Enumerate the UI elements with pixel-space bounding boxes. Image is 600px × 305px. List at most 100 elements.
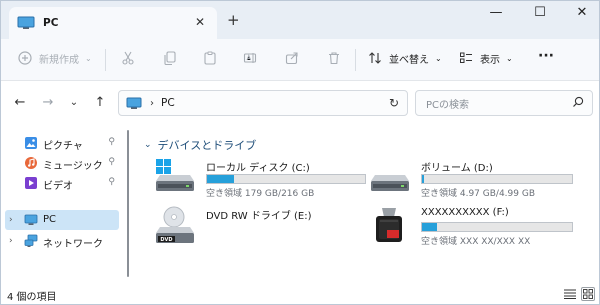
chevron-down-icon: ⌄	[144, 140, 152, 150]
close-window-button[interactable]: ✕	[567, 5, 597, 20]
maximize-button[interactable]: ☐	[525, 5, 555, 20]
drive-free-space: 空き領域 179 GB/216 GB	[206, 189, 315, 199]
toolbar-divider	[355, 49, 356, 71]
navigation-pane: ピクチャ ⚲ ミュージック ⚲ ビデオ ⚲ › PC › ネットワーク	[1, 125, 127, 285]
sidebar-item-network[interactable]: › ネットワーク	[5, 231, 119, 251]
chevron-right-icon[interactable]: ›	[9, 215, 13, 225]
drive-free-space: 空き領域 4.97 GB/4.99 GB	[421, 189, 535, 199]
group-title: デバイスとドライブ	[157, 139, 257, 152]
sort-button[interactable]: 並べ替え ⌄	[367, 50, 442, 66]
status-bar: 4 個の項目	[1, 285, 599, 304]
sidebar-item-label: ミュージック	[43, 161, 103, 172]
sidebar-item-label: ビデオ	[43, 181, 73, 192]
delete-button[interactable]	[326, 50, 342, 66]
tiles-view-button[interactable]	[581, 287, 595, 301]
title-bar: PC ✕ + — ☐ ✕	[1, 1, 599, 39]
refresh-icon[interactable]: ↻	[389, 96, 399, 110]
view-button[interactable]: 表示 ⌄	[458, 50, 513, 66]
paste-icon	[202, 50, 218, 66]
add-circle-icon	[17, 50, 33, 66]
up-arrow-icon[interactable]: ↑	[91, 95, 109, 110]
new-button-label: 新規作成	[39, 54, 79, 66]
sidebar-item-label: ネットワーク	[43, 239, 103, 250]
search-input[interactable]: PCの検索	[415, 90, 593, 116]
group-header-devices[interactable]: ⌄ デバイスとドライブ	[144, 137, 256, 153]
view-icon	[458, 50, 474, 66]
network-icon	[24, 234, 38, 247]
scissors-icon	[120, 50, 136, 66]
new-button[interactable]: 新規作成 ⌄	[17, 50, 92, 66]
copy-icon	[162, 50, 178, 66]
usb-drive-icon	[376, 208, 402, 242]
drive-name: ローカル ディスク (C:)	[206, 163, 310, 174]
breadcrumb-separator: ›	[150, 97, 154, 109]
music-icon	[25, 157, 37, 169]
trash-icon	[326, 50, 342, 66]
rename-icon	[242, 50, 258, 66]
chevron-right-icon[interactable]: ›	[9, 236, 13, 246]
drive-d[interactable]: ボリューム (D:) 空き領域 4.97 GB/4.99 GB	[368, 157, 583, 201]
toolbar-divider	[105, 49, 106, 71]
drive-usage-bar	[421, 222, 573, 232]
drive-usage-bar	[206, 174, 366, 184]
share-icon	[284, 50, 300, 66]
sidebar-item-videos[interactable]: ビデオ ⚲	[5, 173, 119, 193]
share-button[interactable]	[284, 50, 300, 66]
pc-icon	[24, 214, 38, 225]
search-placeholder: PCの検索	[426, 99, 470, 111]
minimize-button[interactable]: —	[481, 5, 511, 20]
drive-usage-bar	[421, 174, 573, 184]
dvd-drive-icon: DVD	[156, 206, 194, 243]
paste-button[interactable]	[202, 50, 218, 66]
tab-close-icon[interactable]: ✕	[195, 15, 205, 29]
drive-c[interactable]: ローカル ディスク (C:) 空き領域 179 GB/216 GB	[153, 157, 368, 201]
search-icon	[573, 96, 584, 107]
drive-e[interactable]: DVD DVD RW ドライブ (E:)	[153, 205, 368, 249]
file-explorer-window: PC ✕ + — ☐ ✕ 新規作成 ⌄ 並べ替え ⌄ 表示 ⌄ ··· ← → …	[0, 0, 600, 305]
cut-button[interactable]	[120, 50, 136, 66]
tab-pc[interactable]: PC ✕	[9, 7, 217, 39]
pin-icon: ⚲	[108, 177, 115, 187]
hard-drive-icon	[371, 175, 409, 191]
item-count: 4 個の項目	[7, 292, 57, 303]
new-tab-button[interactable]: +	[227, 11, 240, 29]
pc-icon	[126, 97, 142, 109]
drive-usage-fill	[422, 223, 437, 231]
drive-usage-fill	[422, 175, 424, 183]
rename-button[interactable]	[242, 50, 258, 66]
tiles-view-icon	[583, 289, 593, 299]
tab-title: PC	[43, 17, 59, 29]
command-bar: 新規作成 ⌄ 並べ替え ⌄ 表示 ⌄ ···	[1, 39, 599, 81]
drive-name: XXXXXXXXXX (F:)	[421, 207, 509, 218]
details-view-button[interactable]	[563, 287, 577, 301]
recent-locations-icon[interactable]: ⌄	[65, 97, 83, 108]
more-options-button[interactable]: ···	[538, 48, 554, 64]
address-bar[interactable]: › PC ↻	[118, 90, 408, 116]
drive-f[interactable]: XXXXXXXXXX (F:) 空き領域 XXX XX/XXX XX	[368, 205, 583, 249]
breadcrumb-pc[interactable]: PC	[161, 97, 175, 109]
video-icon	[25, 177, 37, 189]
pin-icon: ⚲	[108, 137, 115, 147]
sidebar-item-label: PC	[43, 214, 57, 225]
sidebar-item-pictures[interactable]: ピクチャ ⚲	[5, 133, 119, 153]
sort-button-label: 並べ替え	[389, 54, 429, 66]
sidebar-item-label: ピクチャ	[43, 141, 83, 152]
pictures-icon	[25, 137, 37, 149]
drive-name: DVD RW ドライブ (E:)	[206, 211, 312, 222]
sidebar-item-music[interactable]: ミュージック ⚲	[5, 153, 119, 173]
chevron-down-icon: ⌄	[506, 53, 513, 63]
drive-name: ボリューム (D:)	[421, 163, 493, 174]
sidebar-item-pc[interactable]: › PC	[5, 210, 119, 230]
view-button-label: 表示	[480, 54, 500, 66]
copy-button[interactable]	[162, 50, 178, 66]
address-row: ← → ⌄ ↑ › PC ↻ PCの検索	[1, 81, 599, 125]
windows-drive-icon	[156, 159, 194, 191]
svg-text:DVD: DVD	[160, 237, 172, 243]
sort-icon	[367, 50, 383, 66]
forward-arrow-icon[interactable]: →	[39, 95, 57, 110]
sidebar-scrollbar[interactable]	[127, 130, 129, 277]
back-arrow-icon[interactable]: ←	[11, 95, 29, 110]
drive-free-space: 空き領域 XXX XX/XXX XX	[421, 237, 531, 247]
chevron-down-icon: ⌄	[85, 53, 92, 63]
pc-icon	[17, 16, 35, 29]
